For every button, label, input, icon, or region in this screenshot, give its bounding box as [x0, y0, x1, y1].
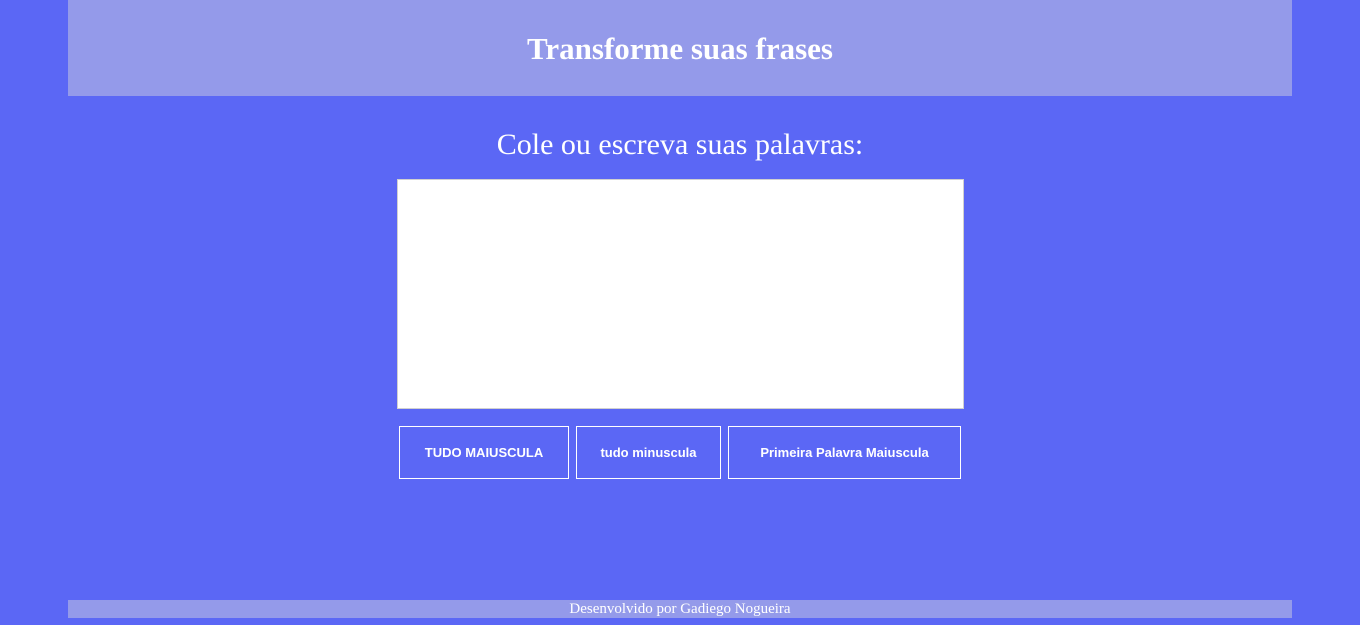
title-case-button[interactable]: Primeira Palavra Maiuscula: [728, 426, 961, 479]
page-header: Transforme suas frases: [68, 0, 1292, 96]
lowercase-button[interactable]: tudo minuscula: [576, 426, 721, 479]
input-prompt-label: Cole ou escreva suas palavras:: [496, 128, 864, 161]
page-title: Transforme suas frases: [527, 31, 833, 66]
footer-credit: Desenvolvido por Gadiego Nogueira: [569, 601, 791, 617]
phrase-textarea[interactable]: [397, 179, 964, 409]
uppercase-button[interactable]: TUDO MAIUSCULA: [399, 426, 569, 479]
page-footer: Desenvolvido por Gadiego Nogueira: [68, 600, 1292, 618]
